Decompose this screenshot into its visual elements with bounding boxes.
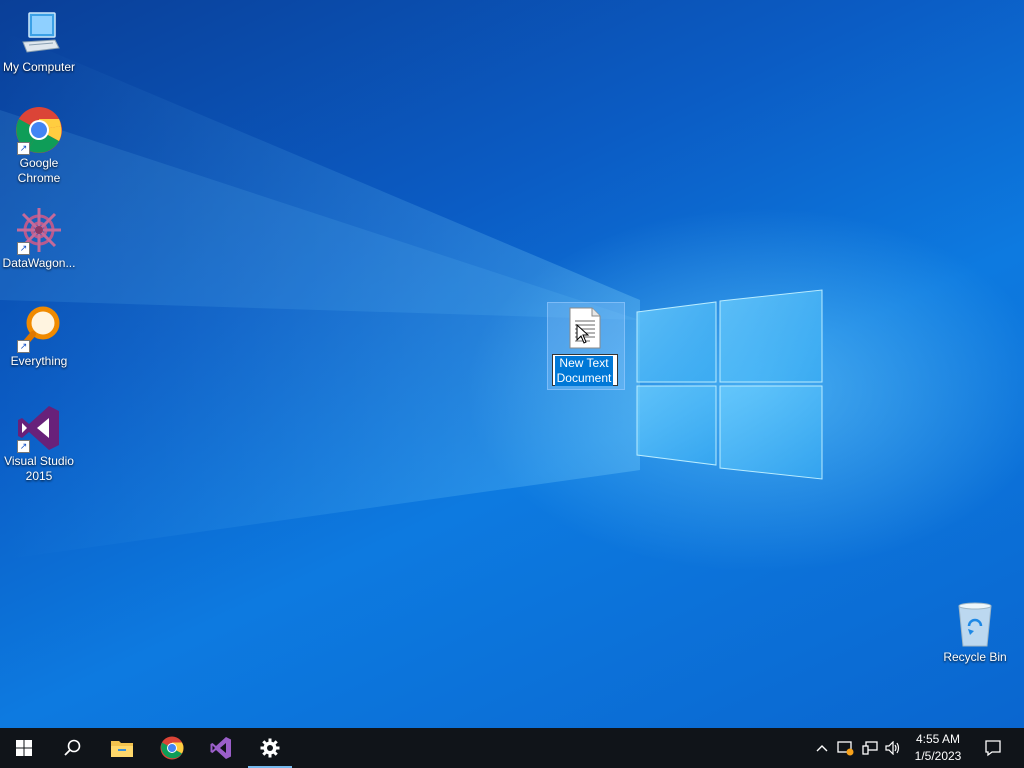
- desktop-icon-label: Recycle Bin: [943, 650, 1007, 664]
- visual-studio-icon: [210, 737, 231, 759]
- computer-icon: [15, 10, 63, 58]
- file-explorer-button[interactable]: [98, 728, 146, 768]
- desktop-icon-label: Visual Studio 2015: [4, 454, 74, 483]
- clock-date: 1/5/2023: [914, 749, 962, 763]
- taskbar: 4:55 AM 1/5/2023: [0, 728, 1024, 768]
- shortcut-arrow-icon: ↗: [17, 340, 30, 353]
- magnifier-icon: ↗: [15, 304, 63, 353]
- desktop[interactable]: My Computer ↗ Google Chrome ↗ DataWagon.…: [0, 0, 1024, 728]
- my-computer-icon[interactable]: My Computer: [0, 10, 78, 75]
- shortcut-arrow-icon: ↗: [17, 142, 30, 155]
- windows-logo-icon: [16, 740, 32, 756]
- clock-time: 4:55 AM: [915, 732, 961, 746]
- datawagon-shortcut[interactable]: ↗ DataWagon...: [0, 206, 78, 271]
- desktop-icon-label: DataWagon...: [2, 256, 76, 270]
- mouse-cursor-icon: [576, 324, 590, 344]
- network-icon[interactable]: [861, 739, 879, 757]
- visual-studio-taskbar-button[interactable]: [197, 728, 245, 768]
- rename-input[interactable]: New Text Document: [552, 354, 618, 386]
- system-clock[interactable]: 4:55 AM 1/5/2023: [906, 731, 970, 765]
- search-icon: [64, 739, 81, 756]
- settings-taskbar-button[interactable]: [246, 728, 294, 768]
- shortcut-arrow-icon: ↗: [17, 242, 30, 255]
- gear-icon: [260, 738, 280, 758]
- wallpaper-logo: [0, 30, 823, 560]
- security-alert-icon[interactable]: [837, 739, 855, 757]
- notification-icon: [985, 740, 1001, 757]
- file-explorer-icon: [111, 741, 133, 757]
- everything-shortcut[interactable]: ↗ Everything: [0, 304, 78, 369]
- desktop-icon-label: My Computer: [2, 60, 76, 74]
- google-chrome-shortcut[interactable]: ↗ Google Chrome: [0, 106, 78, 186]
- search-button[interactable]: [48, 728, 96, 768]
- recycle-bin-graphic-icon: [951, 600, 999, 648]
- shortcut-arrow-icon: ↗: [17, 440, 30, 453]
- recycle-bin-icon[interactable]: Recycle Bin: [936, 600, 1014, 665]
- visual-studio-2015-shortcut[interactable]: ↗ Visual Studio 2015: [0, 404, 78, 484]
- chrome-icon: ↗: [15, 106, 63, 155]
- visual-studio-icon: ↗: [15, 404, 63, 453]
- action-center-button[interactable]: [978, 728, 1008, 768]
- datawagon-icon: ↗: [15, 206, 63, 255]
- chrome-icon: [160, 736, 184, 760]
- rename-selected-text: New Text Document: [555, 356, 613, 386]
- desktop-icon-label: Everything: [10, 354, 68, 368]
- start-button[interactable]: [0, 728, 48, 768]
- desktop-icon-label: Google Chrome: [17, 156, 61, 185]
- chevron-up-icon[interactable]: [813, 739, 831, 757]
- volume-icon[interactable]: [884, 739, 902, 757]
- chrome-taskbar-button[interactable]: [148, 728, 196, 768]
